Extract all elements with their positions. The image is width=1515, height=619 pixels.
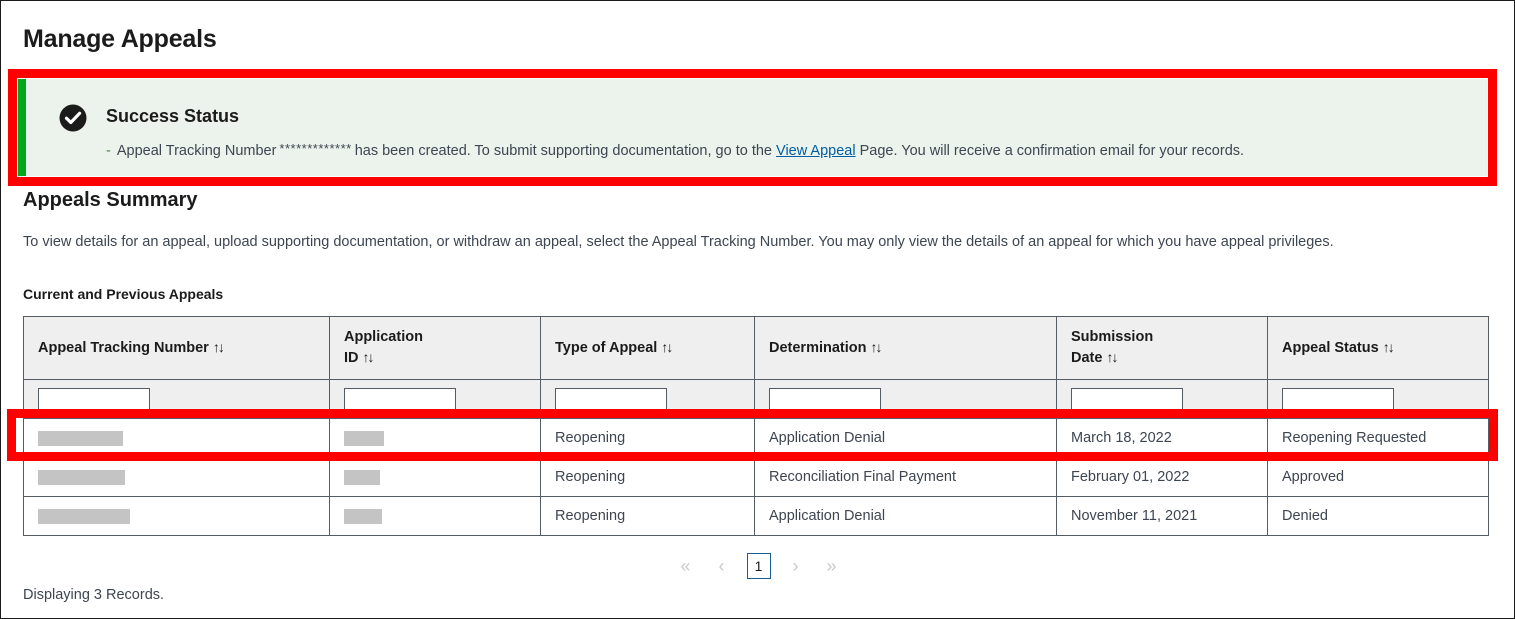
- filter-cell-submission-date: [1057, 380, 1268, 419]
- alert-title: Success Status: [106, 106, 239, 127]
- filter-cell-application-id: [330, 380, 541, 419]
- column-label-line2: Date: [1071, 350, 1102, 366]
- cell-determination: Reconciliation Final Payment: [755, 458, 1057, 497]
- column-label-line1: Appeal Status: [1282, 340, 1379, 356]
- page-title: Manage Appeals: [23, 26, 217, 54]
- cell-determination: Application Denial: [755, 497, 1057, 536]
- check-circle-icon: [59, 104, 87, 132]
- view-appeal-link[interactable]: View Appeal: [776, 143, 856, 159]
- table-caption: Current and Previous Appeals: [23, 286, 223, 302]
- manage-appeals-page: Manage Appeals Success Status -Appeal Tr…: [0, 0, 1515, 619]
- cell-appeal-tracking-number[interactable]: [24, 419, 330, 458]
- cell-type-of-appeal: Reopening: [541, 497, 755, 536]
- cell-appeal-tracking-number[interactable]: [24, 458, 330, 497]
- column-header-application-id[interactable]: Application ID↑↓: [330, 317, 541, 380]
- pagination-first-button[interactable]: «: [675, 553, 697, 579]
- filter-cell-determination: [755, 380, 1057, 419]
- redacted-value: [38, 431, 123, 446]
- table-filter-row: [24, 380, 1489, 419]
- appeals-table-container: Appeal Tracking Number↑↓ Application ID↑…: [23, 316, 1488, 536]
- column-header-type-of-appeal[interactable]: Type of Appeal↑↓: [541, 317, 755, 380]
- cell-submission-date: February 01, 2022: [1057, 458, 1268, 497]
- records-count: Displaying 3 Records.: [23, 587, 164, 603]
- cell-application-id: [330, 458, 541, 497]
- filter-input-application-id[interactable]: [344, 388, 456, 410]
- column-header-determination[interactable]: Determination↑↓: [755, 317, 1057, 380]
- alert-message: -Appeal Tracking Number************* has …: [106, 142, 1473, 161]
- success-alert-body: Success Status -Appeal Tracking Number**…: [18, 79, 1487, 176]
- filter-input-appeal-status[interactable]: [1282, 388, 1394, 410]
- sort-arrows-icon[interactable]: ↑↓: [1383, 338, 1393, 357]
- success-alert: Success Status -Appeal Tracking Number**…: [8, 69, 1497, 186]
- appeals-table: Appeal Tracking Number↑↓ Application ID↑…: [23, 316, 1489, 536]
- pagination-prev-button[interactable]: ‹: [711, 553, 733, 579]
- appeals-summary-heading: Appeals Summary: [23, 189, 198, 212]
- cell-application-id: [330, 419, 541, 458]
- table-row[interactable]: Reopening Application Denial March 18, 2…: [24, 419, 1489, 458]
- cell-application-id: [330, 497, 541, 536]
- cell-appeal-tracking-number[interactable]: [24, 497, 330, 536]
- redacted-value: [38, 509, 130, 524]
- pagination-page-1[interactable]: 1: [747, 553, 771, 579]
- column-label-line1: Determination: [769, 340, 867, 356]
- cell-type-of-appeal: Reopening: [541, 419, 755, 458]
- masked-tracking-number: *************: [279, 141, 351, 156]
- redacted-value: [344, 431, 384, 446]
- pagination: « ‹ 1 › »: [1, 553, 1515, 579]
- filter-input-submission-date[interactable]: [1071, 388, 1183, 410]
- cell-submission-date: March 18, 2022: [1057, 419, 1268, 458]
- pagination-next-button[interactable]: ›: [785, 553, 807, 579]
- cell-appeal-status: Denied: [1268, 497, 1489, 536]
- cell-determination: Application Denial: [755, 419, 1057, 458]
- cell-submission-date: November 11, 2021: [1057, 497, 1268, 536]
- column-header-appeal-tracking-number[interactable]: Appeal Tracking Number↑↓: [24, 317, 330, 380]
- table-body: Reopening Application Denial March 18, 2…: [24, 419, 1489, 536]
- alert-text-before: Appeal Tracking Number: [117, 143, 277, 159]
- cell-type-of-appeal: Reopening: [541, 458, 755, 497]
- alert-bullet: -: [106, 143, 111, 159]
- column-label-line2: ID: [344, 350, 359, 366]
- column-header-submission-date[interactable]: Submission Date↑↓: [1057, 317, 1268, 380]
- filter-cell-appeal-status: [1268, 380, 1489, 419]
- filter-cell-appeal-tracking-number: [24, 380, 330, 419]
- alert-text-after: Page. You will receive a confirmation em…: [860, 143, 1244, 159]
- cell-appeal-status: Reopening Requested: [1268, 419, 1489, 458]
- table-row[interactable]: Reopening Reconciliation Final Payment F…: [24, 458, 1489, 497]
- table-header-row: Appeal Tracking Number↑↓ Application ID↑…: [24, 317, 1489, 380]
- table-row[interactable]: Reopening Application Denial November 11…: [24, 497, 1489, 536]
- sort-arrows-icon[interactable]: ↑↓: [213, 338, 223, 357]
- redacted-value: [344, 509, 382, 524]
- column-label-line1: Submission: [1071, 329, 1153, 345]
- table-header: Appeal Tracking Number↑↓ Application ID↑…: [24, 317, 1489, 419]
- redacted-value: [344, 470, 380, 485]
- sort-arrows-icon[interactable]: ↑↓: [363, 348, 373, 367]
- column-header-appeal-status[interactable]: Appeal Status↑↓: [1268, 317, 1489, 380]
- filter-cell-type-of-appeal: [541, 380, 755, 419]
- cell-appeal-status: Approved: [1268, 458, 1489, 497]
- redacted-value: [38, 470, 125, 485]
- alert-text-middle: has been created. To submit supporting d…: [355, 143, 772, 159]
- sort-arrows-icon[interactable]: ↑↓: [1106, 348, 1116, 367]
- filter-input-appeal-tracking-number[interactable]: [38, 388, 150, 410]
- column-label-line1: Application: [344, 329, 423, 345]
- column-label-line1: Type of Appeal: [555, 340, 657, 356]
- pagination-last-button[interactable]: »: [821, 553, 843, 579]
- filter-input-type-of-appeal[interactable]: [555, 388, 667, 410]
- sort-arrows-icon[interactable]: ↑↓: [661, 338, 671, 357]
- filter-input-determination[interactable]: [769, 388, 881, 410]
- appeals-summary-description: To view details for an appeal, upload su…: [23, 234, 1334, 250]
- sort-arrows-icon[interactable]: ↑↓: [871, 338, 881, 357]
- column-label-line1: Appeal Tracking Number: [38, 340, 209, 356]
